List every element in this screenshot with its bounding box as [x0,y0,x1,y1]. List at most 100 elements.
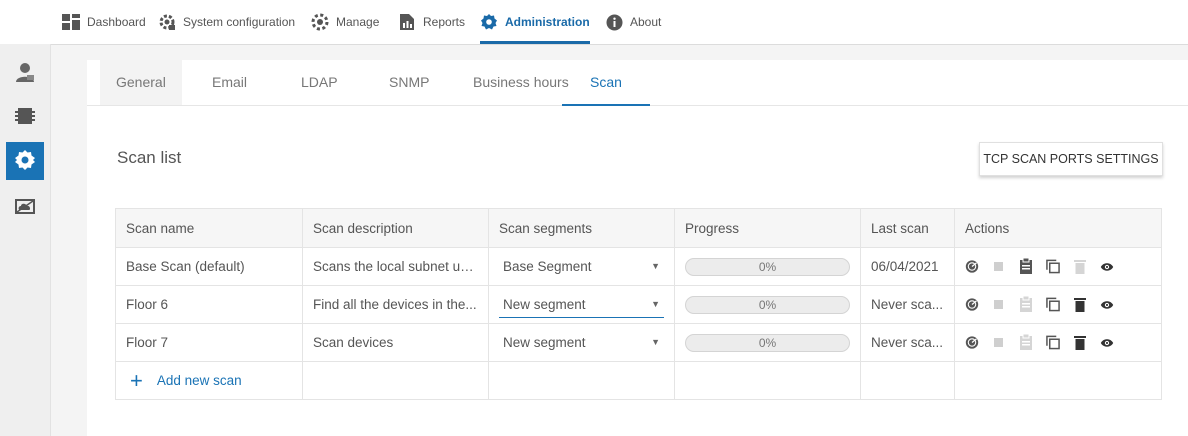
sidebar-item-administration[interactable] [6,142,44,180]
progress-bar: 0% [685,333,850,352]
tab-general[interactable]: General [100,60,182,105]
sidebar-item-cloud[interactable] [6,188,44,226]
chevron-down-icon: ▼ [651,337,660,347]
settings-tabs: General Email LDAP SNMP Business hours S… [87,60,1188,106]
delete-icon[interactable] [1073,259,1087,275]
last-scan-cell: Never sca... [860,285,955,324]
scan-segment-select[interactable]: New segment ▼ [499,329,664,356]
nav-system-configuration[interactable]: System configuration [158,8,295,36]
tab-email[interactable]: Email [212,60,247,105]
add-new-scan-button[interactable]: + Add new scan [126,367,292,393]
nav-manage[interactable]: Manage [311,8,379,36]
tab-scan[interactable]: Scan [562,60,650,106]
cloud-icon [15,198,35,217]
delete-icon[interactable] [1073,335,1087,351]
eye-icon[interactable] [1100,335,1114,351]
scan-name-cell[interactable]: Floor 6 [115,285,303,324]
tab-business-hours[interactable]: Business hours [473,60,569,105]
scan-segment-select[interactable]: New segment ▼ [499,291,664,318]
table-row[interactable]: Floor 6 Find all the devices in the... N… [115,285,1162,324]
scan-name-cell[interactable]: Floor 7 [115,323,303,362]
progress-cell: 0% [674,247,861,286]
empty-cell [954,361,1162,400]
table-header-row: Scan name Scan description Scan segments… [115,208,1162,248]
system-config-icon [158,13,176,31]
nav-system-configuration-label: System configuration [183,15,296,29]
tcp-scan-ports-settings-button[interactable]: TCP SCAN PORTS SETTINGS [979,142,1163,176]
plus-icon: + [130,367,143,393]
empty-cell [302,361,489,400]
scan-description-cell[interactable]: Find all the devices in the... [302,285,489,324]
header-scan-segments[interactable]: Scan segments [488,208,675,248]
stop-icon[interactable] [992,297,1006,313]
eye-icon[interactable] [1100,297,1114,313]
scan-description-cell[interactable]: Scan devices [302,323,489,362]
header-scan-name[interactable]: Scan name [115,208,303,248]
administration-icon [480,13,498,31]
nav-about[interactable]: About [605,8,661,36]
add-scan-cell: + Add new scan [115,361,303,400]
page-title: Scan list [117,148,182,167]
scan-segment-value: Base Segment [503,258,592,274]
table-row[interactable]: Floor 7 Scan devices New segment ▼ 0% Ne… [115,323,1162,362]
tab-snmp[interactable]: SNMP [389,60,429,105]
scan-segment-value: New segment [503,334,586,350]
nav-reports[interactable]: Reports [398,8,465,36]
clipboard-icon[interactable] [1019,296,1033,313]
start-scan-icon[interactable] [965,297,979,313]
scan-segment-cell: New segment ▼ [488,285,675,324]
sidebar-item-users[interactable] [6,54,44,92]
nav-administration[interactable]: Administration [480,8,590,44]
progress-cell: 0% [674,323,861,362]
header-last-scan[interactable]: Last scan [860,208,955,248]
stop-icon[interactable] [992,259,1006,275]
sidebar [0,44,51,436]
header-progress[interactable]: Progress [674,208,861,248]
info-icon [605,13,623,31]
chevron-down-icon: ▼ [651,299,660,309]
last-scan-cell: Never sca... [860,323,955,362]
nav-dashboard-label: Dashboard [87,15,146,29]
scan-segment-cell: Base Segment ▼ [488,247,675,286]
sidebar-item-devices[interactable] [6,98,44,136]
last-scan-cell: 06/04/2021 [860,247,955,286]
chevron-down-icon: ▼ [651,261,660,271]
progress-bar: 0% [685,295,850,314]
nav-administration-label: Administration [505,15,590,29]
empty-cell [488,361,675,400]
scan-name-cell[interactable]: Base Scan (default) [115,247,303,286]
header-scan-description[interactable]: Scan description [302,208,489,248]
clipboard-icon[interactable] [1019,334,1033,351]
header-actions: Actions [954,208,1162,248]
main-panel: General Email LDAP SNMP Business hours S… [87,60,1188,436]
add-scan-row: + Add new scan [115,361,1162,400]
add-new-scan-label: Add new scan [156,373,242,388]
copy-icon[interactable] [1046,335,1060,351]
progress-bar: 0% [685,257,850,276]
scan-segment-value: New segment [503,296,586,312]
eye-icon[interactable] [1100,259,1114,275]
delete-icon[interactable] [1073,297,1087,313]
copy-icon[interactable] [1046,297,1060,313]
progress-cell: 0% [674,285,861,324]
scan-description-cell[interactable]: Scans the local subnet us... [302,247,489,286]
tab-ldap[interactable]: LDAP [301,60,338,105]
gear-icon [14,149,36,174]
start-scan-icon[interactable] [965,335,979,351]
nav-dashboard[interactable]: Dashboard [62,8,146,36]
start-scan-icon[interactable] [965,259,979,275]
table-row[interactable]: Base Scan (default) Scans the local subn… [115,247,1162,286]
tab-scan-label: Scan [590,74,622,90]
stop-icon[interactable] [992,335,1006,351]
scan-segment-select[interactable]: Base Segment ▼ [499,253,664,280]
dashboard-icon [62,13,80,31]
reports-icon [398,13,416,31]
actions-cell [954,285,1162,324]
nav-reports-label: Reports [423,15,466,29]
clipboard-icon[interactable] [1019,258,1033,275]
empty-cell [860,361,955,400]
manage-icon [311,13,329,31]
nav-manage-label: Manage [336,15,380,29]
top-navigation: Dashboard System configuration Manage Re… [0,0,1188,45]
copy-icon[interactable] [1046,259,1060,275]
